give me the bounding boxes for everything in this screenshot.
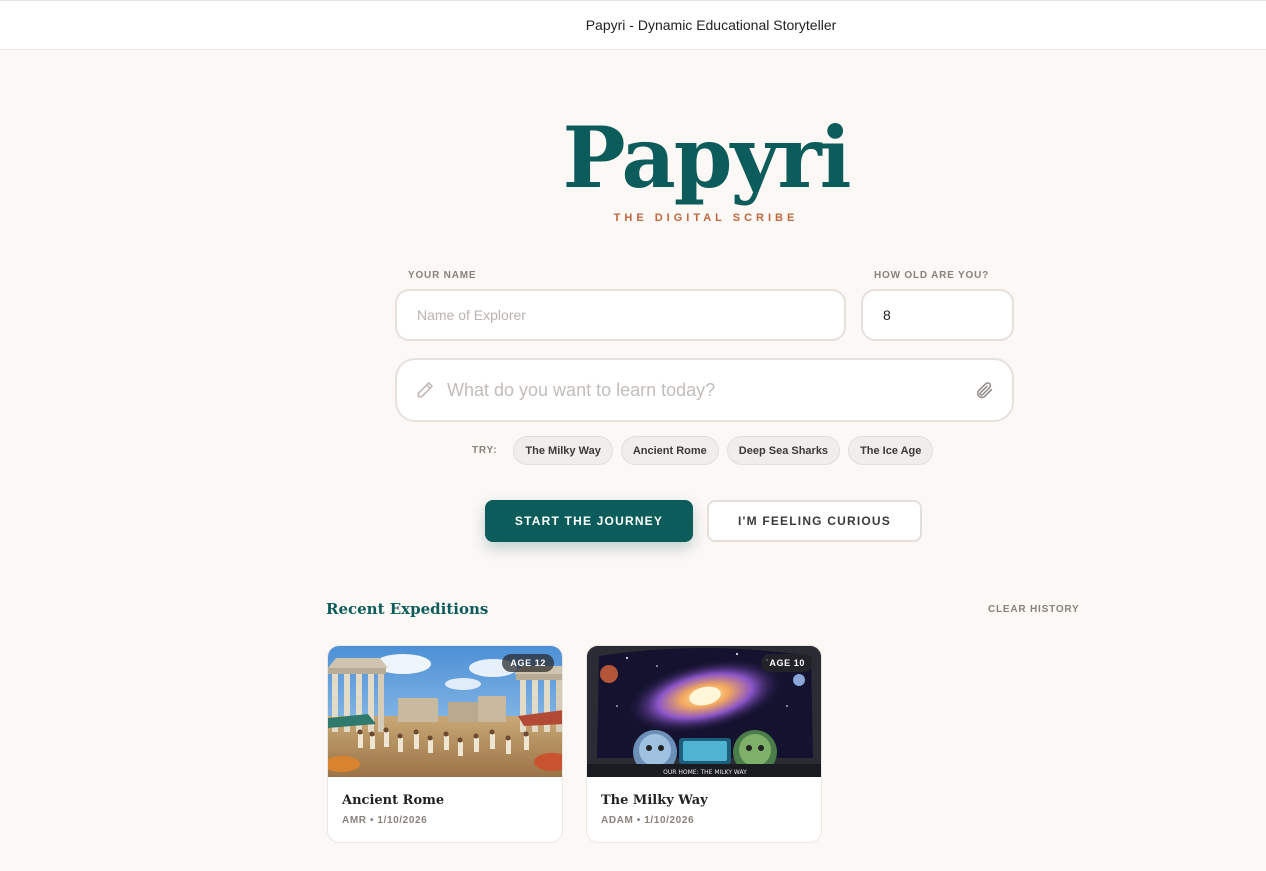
suggestion-chip[interactable]: Ancient Rome xyxy=(620,436,719,465)
suggestion-chip[interactable]: Deep Sea Sharks xyxy=(726,436,841,465)
name-field-wrapper xyxy=(395,289,846,341)
start-journey-button[interactable]: START THE JOURNEY xyxy=(485,500,693,542)
card-meta: AMR • 1/10/2026 xyxy=(342,815,428,826)
name-input[interactable] xyxy=(417,307,824,323)
age-badge: AGE 12 xyxy=(502,654,554,672)
suggestions-label: TRY: xyxy=(472,445,498,456)
expedition-card[interactable]: OUR HOME: THE MILKY WAY AGE 10 The Milky… xyxy=(586,645,822,843)
window-title: Papyri - Dynamic Educational Storyteller xyxy=(585,17,837,33)
name-label: YOUR NAME xyxy=(408,270,477,281)
age-field-wrapper xyxy=(861,289,1014,341)
card-meta: ADAM • 1/10/2026 xyxy=(601,815,695,826)
window-titlebar: Papyri - Dynamic Educational Storyteller xyxy=(0,0,1266,50)
feeling-curious-button[interactable]: I'M FEELING CURIOUS xyxy=(707,500,922,542)
recent-expeditions-heading: Recent Expeditions xyxy=(326,600,489,618)
expedition-card[interactable]: AGE 12 Ancient Rome AMR • 1/10/2026 xyxy=(327,645,563,843)
age-label: HOW OLD ARE YOU? xyxy=(874,270,990,281)
card-title: The Milky Way xyxy=(601,793,708,808)
suggestions: TRY: The Milky Way Ancient Rome Deep Sea… xyxy=(472,436,934,465)
image-caption: OUR HOME: THE MILKY WAY xyxy=(663,769,747,776)
card-title: Ancient Rome xyxy=(342,793,445,808)
logo-wordmark: Papyri xyxy=(562,108,851,207)
topic-field xyxy=(395,358,1014,422)
paperclip-icon[interactable] xyxy=(974,380,994,400)
logo: Papyri xyxy=(0,98,1266,218)
topic-input[interactable] xyxy=(447,379,974,401)
suggestion-chip[interactable]: The Ice Age xyxy=(848,436,934,465)
age-badge: AGE 10 xyxy=(761,654,813,672)
age-input[interactable] xyxy=(883,307,992,323)
logo-tagline: THE DIGITAL SCRIBE xyxy=(613,212,799,224)
pencil-icon xyxy=(415,380,435,400)
suggestion-chip[interactable]: The Milky Way xyxy=(513,436,613,465)
clear-history-button[interactable]: CLEAR HISTORY xyxy=(988,604,1080,615)
